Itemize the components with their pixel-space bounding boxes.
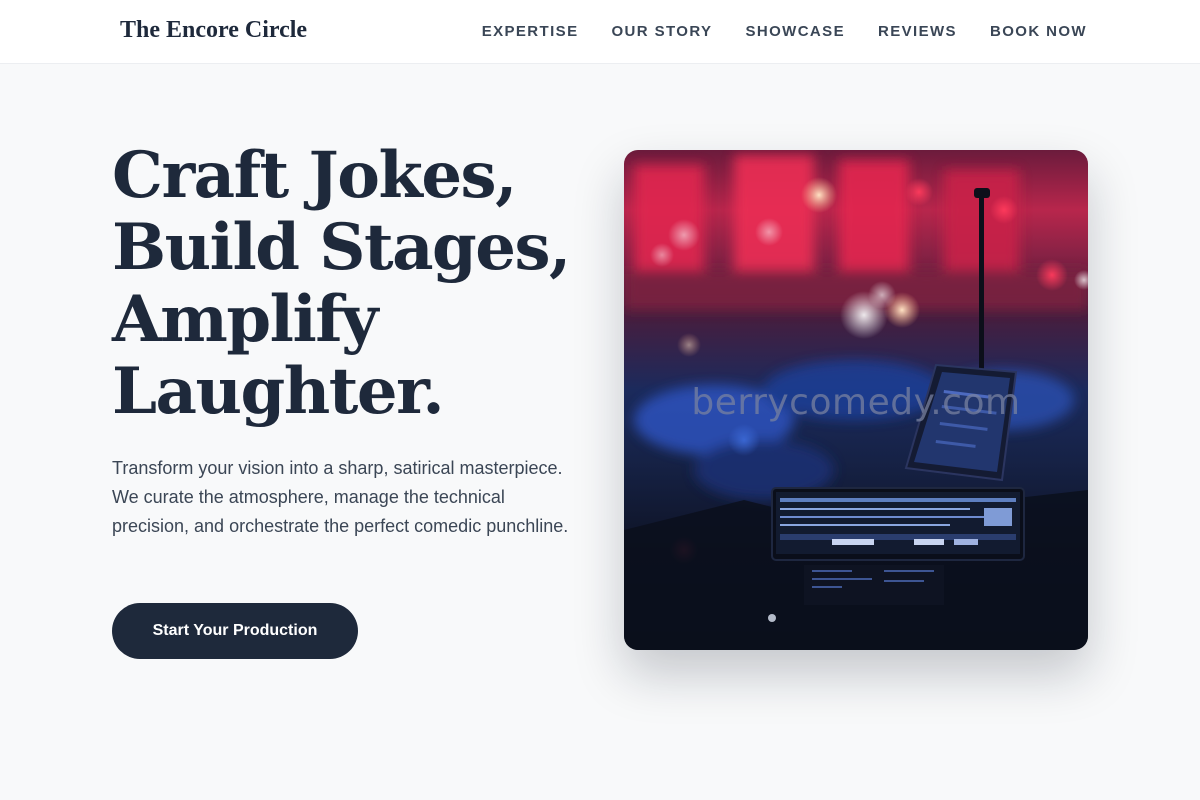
hero-title-line: Build Stages, bbox=[112, 210, 571, 285]
brand-logo[interactable]: The Encore Circle bbox=[120, 17, 307, 44]
nav-item-our-story: OUR STORY bbox=[611, 23, 712, 41]
nav-item-showcase: SHOWCASE bbox=[745, 23, 845, 41]
nav-item-book-now: BOOK NOW bbox=[990, 23, 1087, 41]
nav-item-expertise: EXPERTISE bbox=[482, 23, 579, 41]
hero-description: Transform your vision into a sharp, sati… bbox=[112, 458, 569, 536]
hero-title-line: Laughter. bbox=[112, 354, 445, 429]
main-nav: EXPERTISE OUR STORY SHOWCASE REVIEWS BOO… bbox=[482, 23, 1087, 41]
nav-link-book-now[interactable]: BOOK NOW bbox=[990, 23, 1087, 40]
hero-title-line: Craft Jokes, bbox=[112, 138, 517, 213]
nav-link-expertise[interactable]: EXPERTISE bbox=[482, 23, 579, 40]
start-production-button[interactable]: Start Your Production bbox=[112, 603, 358, 659]
nav-link-our-story[interactable]: OUR STORY bbox=[611, 23, 712, 40]
nav-link-reviews[interactable]: REVIEWS bbox=[878, 23, 957, 40]
hero-title: Craft Jokes, Build Stages, Amplify Laugh… bbox=[112, 140, 612, 428]
hero-image: berrycomedy.com bbox=[624, 150, 1088, 650]
site-header: The Encore Circle EXPERTISE OUR STORY SH… bbox=[0, 0, 1200, 64]
nav-item-reviews: REVIEWS bbox=[878, 23, 957, 41]
image-watermark: berrycomedy.com bbox=[691, 382, 1021, 423]
hero-title-line: Amplify bbox=[112, 282, 378, 357]
nav-link-showcase[interactable]: SHOWCASE bbox=[745, 23, 845, 40]
